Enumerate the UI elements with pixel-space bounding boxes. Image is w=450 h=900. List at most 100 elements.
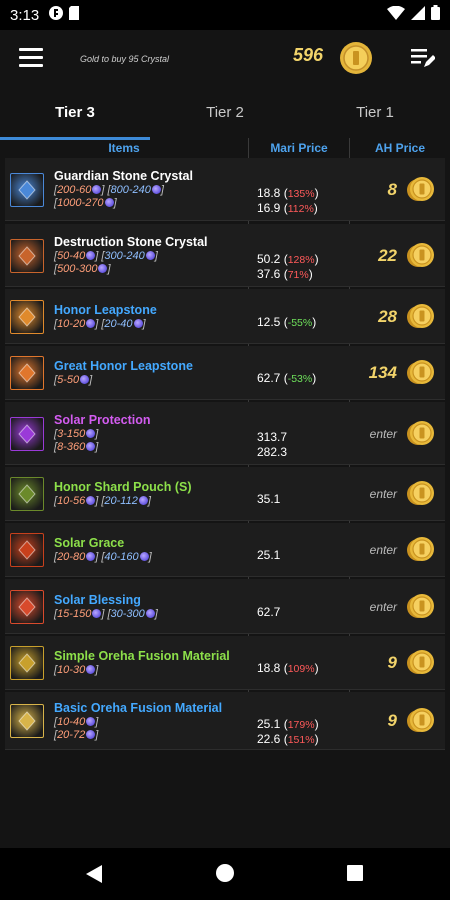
exchange-rate: 20-112	[104, 495, 138, 507]
gold-coin-icon[interactable]	[405, 302, 435, 332]
crystal-icon	[86, 319, 96, 328]
navigation-bar	[0, 848, 450, 900]
mari-price-value: 62.7	[257, 605, 281, 619]
mari-price-percent: 128%	[287, 254, 315, 266]
exchange-rate-line: [10-30]	[54, 664, 99, 676]
tab-tier-3[interactable]: Tier 3	[0, 90, 150, 138]
ah-price[interactable]: 9	[351, 653, 397, 673]
exchange-rate-line: [1000-270]	[54, 197, 117, 209]
ah-price[interactable]: enter	[351, 543, 397, 557]
tier-tabs: Tier 3 Tier 2 Tier 1	[0, 90, 450, 140]
gold-coin-icon[interactable]	[405, 241, 435, 271]
column-header-ah-price: AH Price	[374, 141, 426, 155]
exchange-rate-line: [50-40] [300-240]	[54, 250, 158, 262]
table-row[interactable]: Guardian Stone Crystal [200-60] [800-240]…	[5, 158, 445, 221]
tab-tier-1[interactable]: Tier 1	[300, 90, 450, 138]
ah-price[interactable]: 22	[351, 246, 397, 266]
mari-price-value: 35.1	[257, 492, 281, 506]
table-row[interactable]: Basic Oreha Fusion Material [10-40] [20-72…	[5, 692, 445, 750]
tab-tier-2[interactable]: Tier 2	[150, 90, 300, 138]
destruction-stone-crystal-icon	[10, 239, 44, 273]
back-icon[interactable]	[86, 865, 104, 888]
exchange-rate: 30-300	[110, 608, 145, 620]
item-name: Solar Protection	[54, 413, 151, 427]
item-name: Solar Blessing	[54, 593, 141, 607]
ah-price[interactable]: 134	[351, 363, 397, 383]
mari-price-value: 313.7	[257, 430, 288, 444]
gold-coin-icon[interactable]	[405, 592, 435, 622]
menu-icon[interactable]	[19, 48, 43, 70]
ah-price[interactable]: enter	[351, 487, 397, 501]
exchange-rate: 500-300	[57, 263, 98, 275]
basic-oreha-fusion-icon	[10, 704, 44, 738]
table-row[interactable]: Simple Oreha Fusion Material [10-30] 18.8 …	[5, 636, 445, 690]
ah-price[interactable]: enter	[351, 427, 397, 441]
crystal-icon	[86, 552, 96, 561]
table-row[interactable]: Destruction Stone Crystal [50-40] [300-24…	[5, 224, 445, 287]
crystal-icon	[145, 251, 155, 260]
mari-price-percent: 179%	[287, 719, 315, 731]
exchange-rate: 20-40	[104, 318, 133, 330]
mari-price: 50.2 (128%)	[257, 252, 319, 266]
mari-price: 25.1	[257, 548, 280, 562]
gold-coin-icon	[338, 40, 374, 81]
mari-price-percent: 151%	[287, 734, 315, 746]
sim-card-icon	[69, 5, 80, 25]
mari-price: 25.1 (179%)	[257, 717, 319, 731]
crystal-icon	[86, 730, 96, 739]
exchange-rate: 5-50	[57, 374, 80, 386]
crystal-icon	[80, 375, 90, 384]
gold-coin-icon[interactable]	[405, 358, 435, 388]
ah-price[interactable]: enter	[351, 600, 397, 614]
mari-price: 16.9 (112%)	[257, 201, 318, 215]
table-row[interactable]: Solar Blessing [15-150] [30-300] 62.7 enter	[5, 579, 445, 634]
gold-coin-icon[interactable]	[405, 535, 435, 565]
table-row[interactable]: Honor Leapstone [10-20] [20-40] 12.5 (-55%…	[5, 289, 445, 344]
exchange-rate-line: [500-300]	[54, 263, 111, 275]
item-name: Honor Leapstone	[54, 303, 157, 317]
exchange-rate: 200-60	[57, 184, 92, 196]
gold-coin-icon[interactable]	[405, 419, 435, 449]
mari-price-percent: 109%	[287, 663, 315, 675]
wifi-icon	[387, 5, 405, 25]
gold-coin-icon[interactable]	[405, 648, 435, 678]
crystal-icon	[86, 429, 96, 438]
mari-price: 35.1	[257, 492, 280, 506]
crystal-icon	[138, 496, 148, 505]
gold-coin-icon[interactable]	[405, 175, 435, 205]
mari-price-value: 12.5	[257, 315, 281, 329]
ah-price[interactable]: 9	[351, 711, 397, 731]
table-row[interactable]: Great Honor Leapstone [5-50] 62.7 (-53%) 13…	[5, 346, 445, 400]
mari-price-value: 16.9	[257, 201, 281, 215]
ah-price[interactable]: 8	[351, 180, 397, 200]
exchange-rate-line: [8-360]	[54, 441, 99, 453]
great-honor-leapstone-icon	[10, 356, 44, 390]
header-subtitle: Gold to buy 95 Crystal	[80, 54, 170, 64]
item-name: Basic Oreha Fusion Material	[54, 701, 223, 715]
exchange-rate: 10-40	[57, 716, 86, 728]
gold-coin-icon[interactable]	[405, 479, 435, 509]
table-row[interactable]: Solar Grace [20-80] [40-160] 25.1 enter	[5, 523, 445, 577]
column-headers: Items Mari Price AH Price	[0, 140, 450, 158]
ah-price[interactable]: 28	[351, 307, 397, 327]
gold-coin-icon[interactable]	[405, 706, 435, 736]
mari-price: 22.6 (151%)	[257, 732, 319, 746]
mari-price-percent: -53%	[287, 373, 313, 385]
edit-list-icon[interactable]	[411, 47, 436, 74]
solar-blessing-icon	[10, 590, 44, 624]
item-name: Destruction Stone Crystal	[54, 235, 208, 249]
mari-price-value: 25.1	[257, 717, 281, 731]
exchange-rate: 20-72	[57, 729, 86, 741]
home-icon[interactable]	[216, 864, 234, 882]
exchange-rate: 15-150	[57, 608, 92, 620]
exchange-rate-line: [3-150]	[54, 428, 99, 440]
exchange-rate: 10-20	[57, 318, 86, 330]
crystal-icon	[86, 665, 96, 674]
mari-price-value: 22.6	[257, 732, 281, 746]
signal-icon	[411, 5, 425, 25]
mari-price: 62.7 (-53%)	[257, 371, 317, 385]
table-row[interactable]: Solar Protection [3-150] [8-360] 313.7 282.3…	[5, 402, 445, 465]
table-row[interactable]: Honor Shard Pouch (S) [10-56] [20-112] 35.…	[5, 467, 445, 521]
recent-apps-icon[interactable]	[347, 865, 363, 881]
crystal-icon	[133, 319, 143, 328]
